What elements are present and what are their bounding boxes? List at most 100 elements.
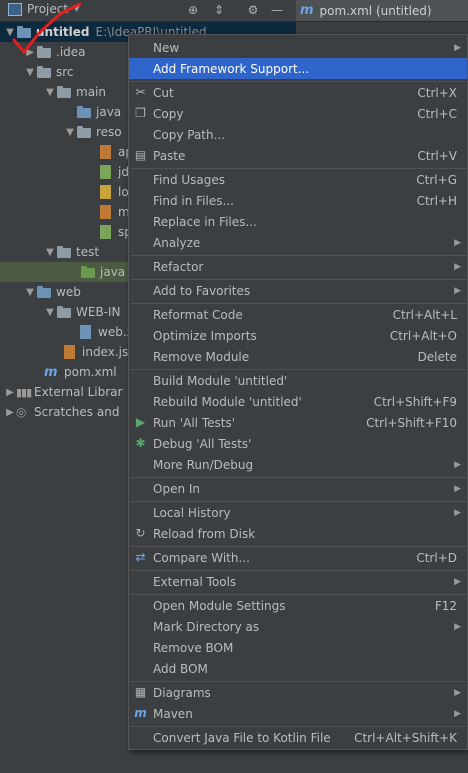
clipboard-icon: ▤ [134,148,147,162]
chevron-down-icon[interactable]: ▼ [24,67,36,78]
folder-icon [56,305,72,319]
chevron-right-icon[interactable]: ▶ [4,407,16,418]
chevron-down-icon: ▼ [73,4,80,14]
menu-item-label: External Tools [153,574,237,589]
menu-item-external-tools[interactable]: External Tools ▶ [129,571,467,592]
menu-item-maven[interactable]: m Maven ▶ [129,703,467,724]
chevron-right-icon[interactable]: ▶ [24,47,36,58]
menu-item-convert-to-kotlin[interactable]: Convert Java File to Kotlin File Ctrl+Al… [129,727,467,748]
chevron-down-icon[interactable]: ▼ [44,87,56,98]
menu-item-open-module-settings[interactable]: Open Module Settings F12 [129,595,467,616]
menu-item-compare-with[interactable]: ⇄ Compare With... Ctrl+D [129,547,467,568]
menu-item-replace-in-files[interactable]: Replace in Files... [129,211,467,232]
hide-icon[interactable]: — [270,3,284,17]
spring-file-icon [98,225,114,239]
menu-item-remove-module[interactable]: Remove Module Delete [129,346,467,367]
menu-item-label: Analyze [153,235,201,250]
menu-item-add-to-favorites[interactable]: Add to Favorites ▶ [129,280,467,301]
menu-item-find-in-files[interactable]: Find in Files... Ctrl+H [129,190,467,211]
menu-item-analyze[interactable]: Analyze ▶ [129,232,467,253]
menu-item-label: Convert Java File to Kotlin File [153,730,331,745]
chevron-right-icon: ▶ [454,459,461,470]
menu-item-local-history[interactable]: Local History ▶ [129,502,467,523]
menu-item-new[interactable]: New ▶ [129,37,467,58]
menu-item-label: Add Framework Support... [153,61,310,76]
copy-icon: ❐ [135,106,146,120]
module-folder-icon [16,25,32,39]
editor-tab-pom[interactable]: m pom.xml (untitled) [296,0,468,21]
chevron-down-icon[interactable]: ▼ [64,127,76,138]
menu-item-shortcut: Ctrl+V [417,148,457,163]
scissors-icon: ✂ [135,85,146,99]
chevron-right-icon: ▶ [454,576,461,587]
scratches-icon: ◎ [16,405,27,419]
menu-item-label: Remove Module [153,349,250,364]
project-icon [8,2,22,16]
maven-icon: m [300,3,314,18]
menu-item-label: More Run/Debug [153,457,254,472]
collapse-all-icon[interactable]: ⇕ [212,3,226,17]
chevron-right-icon: ▶ [454,285,461,296]
menu-item-open-in[interactable]: Open In ▶ [129,478,467,499]
menu-item-label: Reload from Disk [153,526,256,541]
project-view-label: Project [27,2,69,16]
menu-item-find-usages[interactable]: Find Usages Ctrl+G [129,169,467,190]
project-view-selector[interactable]: Project ▼ [8,2,80,16]
tree-item-label: pom.xml [64,365,117,379]
menu-item-label: Refactor [153,259,204,274]
menu-item-add-bom[interactable]: Add BOM [129,658,467,679]
library-icon: ▮▮▮ [16,385,32,399]
chevron-right-icon[interactable]: ▶ [4,387,16,398]
menu-item-shortcut: Ctrl+Alt+O [389,328,457,343]
chevron-down-icon[interactable]: ▼ [44,247,56,258]
reload-icon: ↻ [135,526,146,540]
chevron-down-icon[interactable]: ▼ [44,307,56,318]
gear-icon[interactable]: ⚙ [246,3,260,17]
chevron-right-icon: ▶ [454,237,461,248]
tree-item-label: Scratches and [34,405,120,419]
menu-item-paste[interactable]: ▤ Paste Ctrl+V [129,145,467,166]
menu-item-label: Diagrams [153,685,211,700]
tree-item-label: External Librar [34,385,123,399]
web-folder-icon [36,285,52,299]
resources-folder-icon [76,125,92,139]
menu-item-rebuild-module[interactable]: Rebuild Module 'untitled' Ctrl+Shift+F9 [129,391,467,412]
menu-item-run-all-tests[interactable]: ▶ Run 'All Tests' Ctrl+Shift+F10 [129,412,467,433]
chevron-right-icon: ▶ [454,507,461,518]
menu-item-more-run-debug[interactable]: More Run/Debug ▶ [129,454,467,475]
menu-item-mark-directory-as[interactable]: Mark Directory as ▶ [129,616,467,637]
menu-item-label: Rebuild Module 'untitled' [153,394,302,409]
menu-item-shortcut: Ctrl+Shift+F10 [366,415,457,430]
tree-item-label: src [56,65,74,79]
folder-icon [36,45,52,59]
menu-item-reload-from-disk[interactable]: ↻ Reload from Disk [129,523,467,544]
menu-item-diagrams[interactable]: ▦ Diagrams ▶ [129,682,467,703]
chevron-right-icon: ▶ [454,42,461,53]
menu-item-optimize-imports[interactable]: Optimize Imports Ctrl+Alt+O [129,325,467,346]
chevron-down-icon[interactable]: ▼ [24,287,36,298]
chevron-right-icon: ▶ [454,687,461,698]
xml-file-icon [98,205,114,219]
menu-item-shortcut: Ctrl+Alt+L [392,307,457,322]
menu-item-copy[interactable]: ❐ Copy Ctrl+C [129,103,467,124]
menu-item-add-framework-support[interactable]: Add Framework Support... [129,58,467,79]
chevron-right-icon: ▶ [454,483,461,494]
menu-item-refactor[interactable]: Refactor ▶ [129,256,467,277]
menu-item-cut[interactable]: ✂ Cut Ctrl+X [129,82,467,103]
menu-item-build-module[interactable]: Build Module 'untitled' [129,370,467,391]
menu-item-label: Find Usages [153,172,226,187]
scroll-from-source-icon[interactable]: ⊕ [186,3,200,17]
menu-item-label: Mark Directory as [153,619,260,634]
run-icon: ▶ [135,415,146,429]
menu-item-shortcut: Ctrl+C [417,106,457,121]
menu-item-debug-all-tests[interactable]: ✱ Debug 'All Tests' [129,433,467,454]
menu-item-label: Maven [153,706,193,721]
folder-icon [56,85,72,99]
folder-icon [36,65,52,79]
menu-item-remove-bom[interactable]: Remove BOM [129,637,467,658]
chevron-down-icon[interactable]: ▼ [4,27,16,38]
menu-item-copy-path[interactable]: Copy Path... [129,124,467,145]
menu-item-reformat-code[interactable]: Reformat Code Ctrl+Alt+L [129,304,467,325]
log-file-icon [98,185,114,199]
folder-icon [56,245,72,259]
